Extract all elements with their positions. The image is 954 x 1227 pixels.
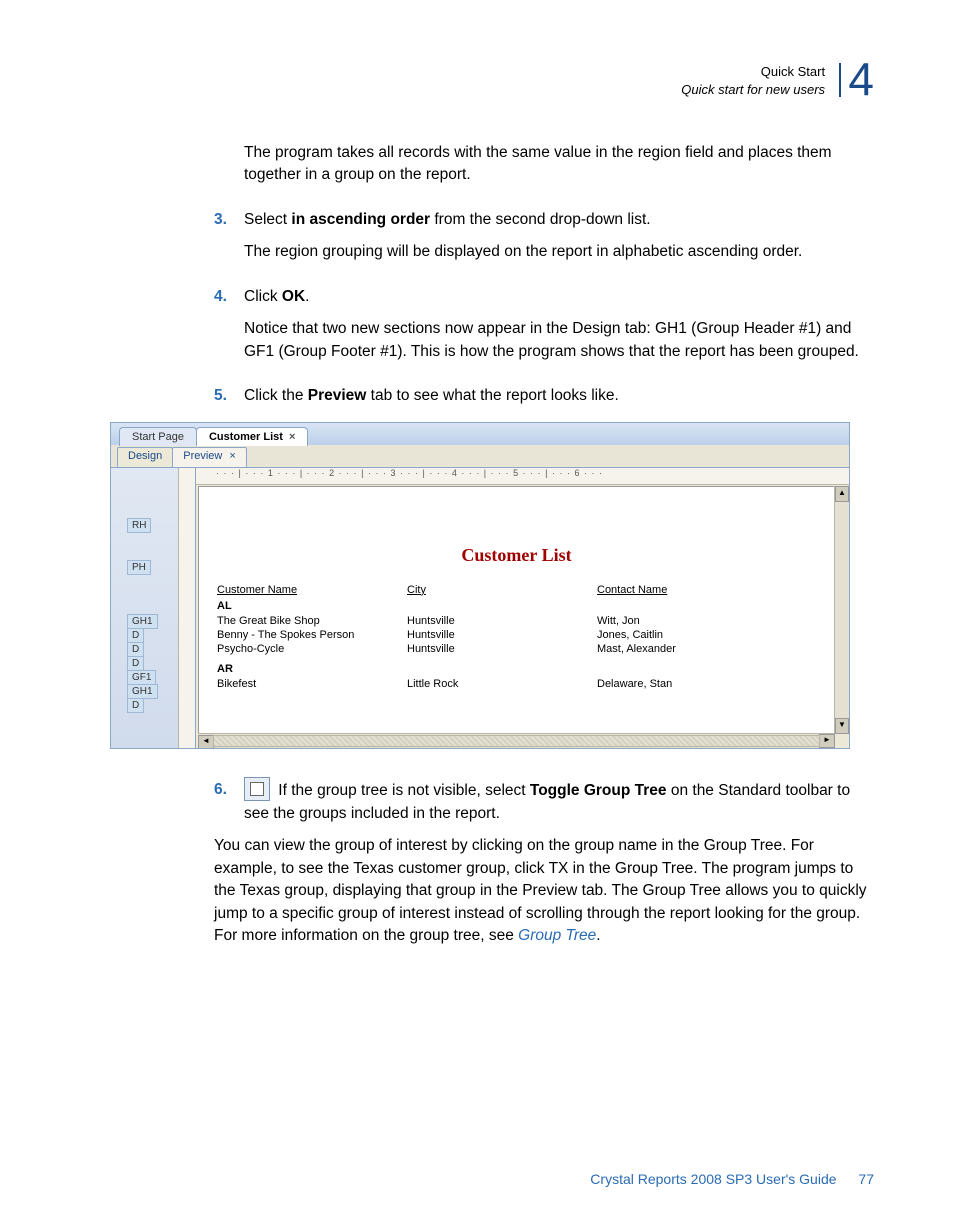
col-header: Customer Name bbox=[217, 584, 407, 596]
data-row: BikefestLittle RockDelaware, Stan bbox=[217, 677, 816, 691]
step-bold: in ascending order bbox=[291, 211, 430, 228]
step-number: 4. bbox=[214, 286, 244, 308]
cell: Huntsville bbox=[407, 628, 597, 642]
toggle-group-tree-icon bbox=[244, 777, 270, 801]
horizontal-ruler: · · · | · · · 1 · · · | · · · 2 · · · | … bbox=[196, 468, 849, 485]
cell: Mast, Alexander bbox=[597, 642, 816, 656]
scroll-up-icon[interactable]: ▲ bbox=[835, 486, 849, 502]
step-text: from the second drop-down list. bbox=[430, 211, 651, 228]
footer-doc-title: Crystal Reports 2008 SP3 User's Guide bbox=[590, 1171, 836, 1187]
section-label: RH bbox=[127, 518, 151, 533]
cell: Benny - The Spokes Person bbox=[217, 628, 407, 642]
tab-start-page[interactable]: Start Page bbox=[119, 427, 197, 446]
section-label: D bbox=[127, 656, 144, 671]
report-preview-screenshot: Start Page Customer List × Design Preview… bbox=[110, 422, 850, 749]
step-number: 3. bbox=[214, 209, 244, 231]
section-label: GH1 bbox=[127, 614, 158, 629]
data-row: The Great Bike ShopHuntsvilleWitt, Jon bbox=[217, 614, 816, 628]
scroll-down-icon[interactable]: ▼ bbox=[835, 718, 849, 734]
scroll-thumb[interactable] bbox=[213, 735, 820, 747]
step-5: 5. Click the Preview tab to see what the… bbox=[214, 385, 874, 407]
step-text: Click bbox=[244, 288, 282, 305]
step-text: . bbox=[305, 288, 309, 305]
subtab-preview[interactable]: Preview × bbox=[172, 447, 247, 467]
cell: The Great Bike Shop bbox=[217, 614, 407, 628]
cell: Delaware, Stan bbox=[597, 677, 816, 691]
cell: Jones, Caitlin bbox=[597, 628, 816, 642]
tab-label: Customer List bbox=[209, 431, 283, 443]
section-label: PH bbox=[127, 560, 151, 575]
page-header: Quick Start Quick start for new users 4 bbox=[110, 58, 874, 102]
group-header: AR bbox=[217, 663, 816, 675]
horizontal-scrollbar[interactable]: ◄ ► bbox=[198, 733, 835, 748]
step-4-sub: Notice that two new sections now appear … bbox=[244, 318, 874, 363]
group-tree-link[interactable]: Group Tree bbox=[518, 927, 596, 944]
group-header: AL bbox=[217, 600, 816, 612]
section-label: D bbox=[127, 698, 144, 713]
step-text: Select bbox=[244, 211, 291, 228]
section-gutter: RH PH GH1 D D D GF1 GH1 D bbox=[111, 468, 196, 748]
cell: Huntsville bbox=[407, 614, 597, 628]
cell: Psycho-Cycle bbox=[217, 642, 407, 656]
section-label: GH1 bbox=[127, 684, 158, 699]
step-3: 3. Select in ascending order from the se… bbox=[214, 209, 874, 231]
col-header: Contact Name bbox=[597, 584, 816, 596]
step-bold: Preview bbox=[308, 387, 367, 404]
section-label: GF1 bbox=[127, 670, 156, 685]
document-tabs: Start Page Customer List × bbox=[111, 423, 849, 445]
data-row: Benny - The Spokes PersonHuntsvilleJones… bbox=[217, 628, 816, 642]
scroll-right-icon[interactable]: ► bbox=[819, 734, 835, 748]
step-6: 6. If the group tree is not visible, sel… bbox=[214, 779, 874, 825]
header-subtitle: Quick start for new users bbox=[681, 82, 825, 97]
cell: Huntsville bbox=[407, 642, 597, 656]
step-number: 6. bbox=[214, 779, 244, 825]
report-title: Customer List bbox=[199, 545, 834, 566]
cell: Bikefest bbox=[217, 677, 407, 691]
step-bold: OK bbox=[282, 288, 305, 305]
view-tabs: Design Preview × bbox=[111, 445, 849, 468]
step-3-sub: The region grouping will be displayed on… bbox=[244, 241, 874, 263]
close-icon[interactable]: × bbox=[289, 431, 295, 443]
subtab-label: Preview bbox=[183, 450, 222, 462]
section-label: D bbox=[127, 628, 144, 643]
paragraph-text: . bbox=[596, 927, 600, 944]
step-4: 4. Click OK. bbox=[214, 286, 874, 308]
step-text: tab to see what the report looks like. bbox=[366, 387, 618, 404]
column-headers: Customer Name City Contact Name bbox=[217, 584, 816, 596]
report-canvas: Customer List Customer Name City Contact… bbox=[198, 486, 835, 734]
cell: Witt, Jon bbox=[597, 614, 816, 628]
chapter-number: 4 bbox=[848, 56, 874, 102]
footer-page-number: 77 bbox=[858, 1171, 874, 1187]
vertical-scrollbar[interactable]: ▲ ▼ bbox=[834, 486, 849, 734]
step-number: 5. bbox=[214, 385, 244, 407]
cell: Little Rock bbox=[407, 677, 597, 691]
group-tree-paragraph: You can view the group of interest by cl… bbox=[214, 835, 874, 947]
scroll-left-icon[interactable]: ◄ bbox=[198, 735, 214, 748]
header-separator bbox=[839, 63, 841, 97]
page-footer: Crystal Reports 2008 SP3 User's Guide 77 bbox=[0, 1171, 874, 1187]
step-text: Click the bbox=[244, 387, 308, 404]
subtab-design[interactable]: Design bbox=[117, 447, 173, 467]
header-title: Quick Start bbox=[761, 64, 825, 79]
col-header: City bbox=[407, 584, 597, 596]
tab-customer-list[interactable]: Customer List × bbox=[196, 427, 308, 446]
close-icon[interactable]: × bbox=[226, 450, 235, 462]
vertical-ruler bbox=[178, 468, 195, 748]
data-row: Psycho-CycleHuntsvilleMast, Alexander bbox=[217, 642, 816, 656]
section-label: D bbox=[127, 642, 144, 657]
step-bold: Toggle Group Tree bbox=[530, 782, 667, 799]
step-text: If the group tree is not visible, select bbox=[274, 782, 530, 799]
intro-paragraph: The program takes all records with the s… bbox=[244, 142, 874, 187]
